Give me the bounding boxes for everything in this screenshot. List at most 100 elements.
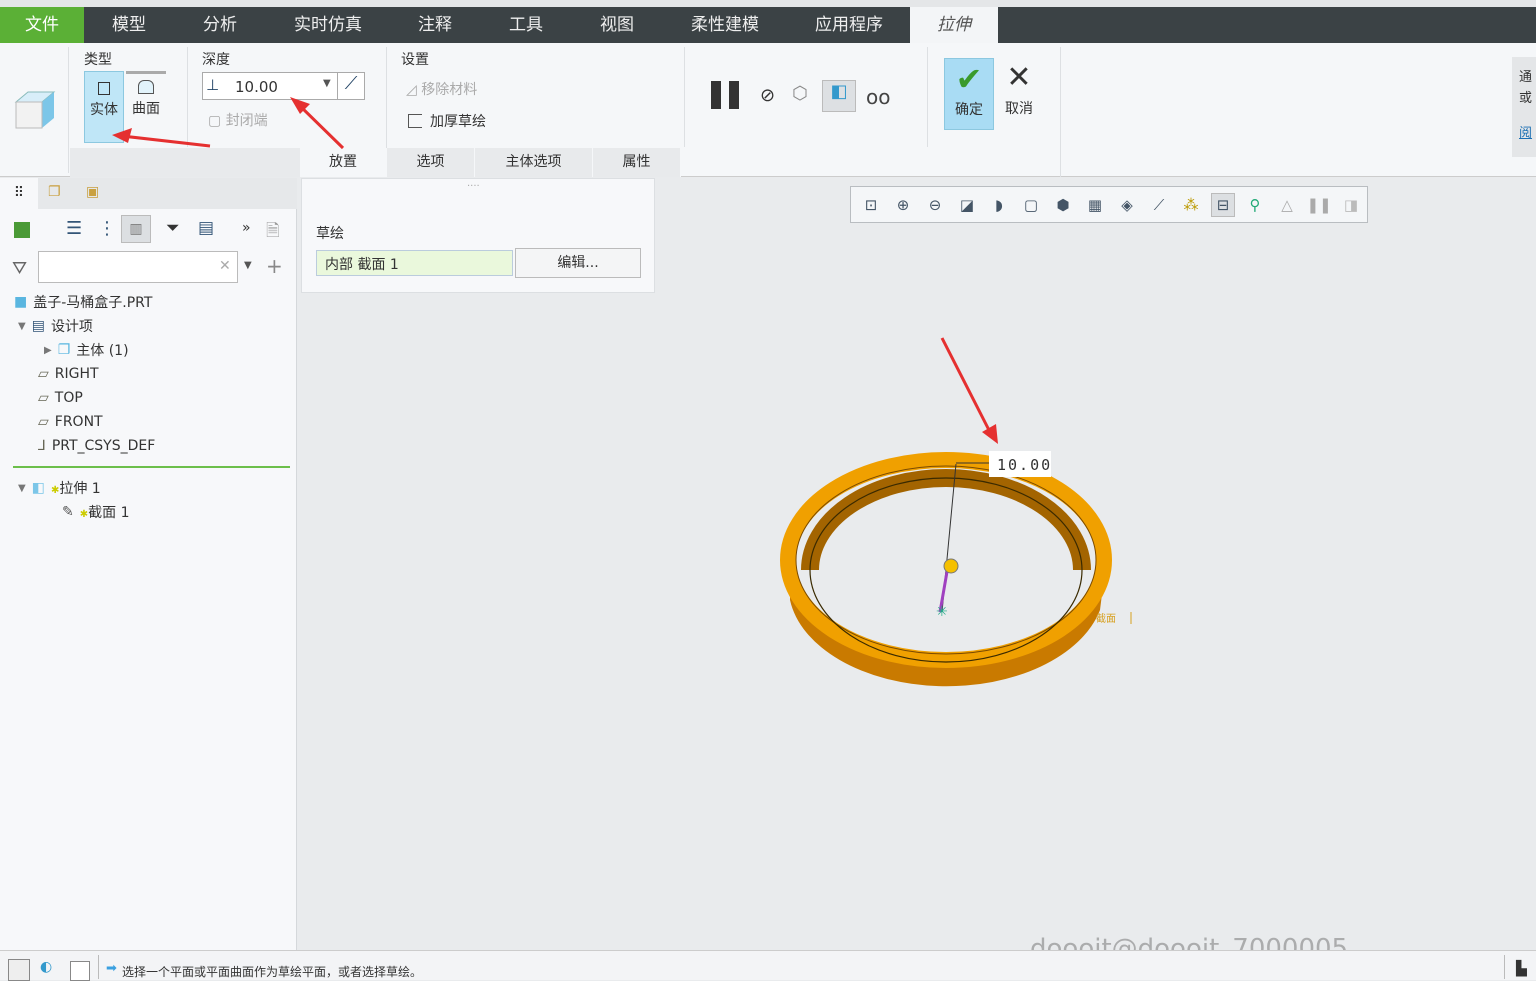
tree-expand-icon[interactable]: ☰ [66, 218, 82, 239]
toggle-navigator-icon[interactable] [8, 959, 30, 981]
browser-icon[interactable]: ◐ [40, 959, 52, 975]
extrude-icon: ◧ [31, 480, 45, 496]
tab-analysis[interactable]: 分析 [174, 7, 266, 43]
fullscreen-icon[interactable] [70, 961, 90, 981]
surface-icon [138, 80, 154, 94]
tab-options[interactable]: 选项 [387, 148, 475, 177]
zoom-in-icon[interactable]: ⊕ [891, 193, 915, 217]
cancel-button[interactable]: ✕ 取消 [998, 58, 1040, 130]
depth-dimension-text[interactable]: 10.00 [997, 456, 1052, 474]
tab-simulation[interactable]: 实时仿真 [266, 7, 390, 43]
repaint-icon[interactable]: ◪ [955, 193, 979, 217]
pause-animation-icon[interactable]: ❚❚ [1306, 193, 1331, 217]
thicken-icon [408, 114, 422, 128]
hidden-line-icon[interactable]: ◨ [1339, 193, 1363, 217]
edit-sketch-button[interactable]: 编辑... [515, 248, 641, 278]
tree-settings-button[interactable]: ▤ [198, 218, 214, 238]
tree-item-top[interactable]: ▱ TOP [38, 387, 83, 409]
connection-icon[interactable]: ⚲ [1243, 193, 1267, 217]
datum-plane-icon: ▱ [38, 366, 49, 382]
tab-extrude[interactable]: 拉伸 [910, 7, 998, 43]
tab-placement[interactable]: 放置 [300, 148, 387, 177]
tab-properties[interactable]: 属性 [593, 148, 681, 177]
tree-item-part[interactable]: ■ 盖子-马桶盒子.PRT [14, 291, 152, 313]
no-preview-button[interactable]: ⊘ [760, 85, 775, 106]
ring-top [780, 452, 1112, 668]
capped-ends-checkbox[interactable]: ▢ 封闭端 [208, 110, 268, 130]
tree-item-extrude[interactable]: ▼ ◧ ✱拉伸 1 [18, 477, 101, 499]
tab-model[interactable]: 模型 [84, 7, 174, 43]
type-group-title: 类型 [84, 52, 112, 68]
section-label: 截面 [1096, 612, 1116, 625]
confirm-button[interactable]: ✔ 确定 [944, 58, 994, 130]
display-style-icon[interactable]: ◗ [987, 193, 1011, 217]
tree-item-csys[interactable]: ⅃ PRT_CSYS_DEF [38, 435, 155, 457]
settings-group-title: 设置 [401, 52, 429, 68]
resize-handle[interactable]: ···· [467, 181, 480, 192]
search-dropdown-icon[interactable]: ▼ [244, 260, 252, 271]
body-display-icon[interactable] [14, 222, 30, 238]
datum-display-icon[interactable]: ⟋ [1147, 193, 1171, 217]
insert-indicator[interactable] [13, 466, 290, 468]
tree-columns-button[interactable]: ▥ [121, 215, 151, 243]
tree-item-front[interactable]: ▱ FRONT [38, 411, 103, 433]
tab-annotate[interactable]: 注释 [390, 7, 480, 43]
thicken-sketch-checkbox[interactable]: 加厚草绘 [408, 111, 486, 131]
flip-direction-button[interactable]: ⟋ [337, 72, 365, 100]
favorites-tab[interactable]: ▣ [86, 184, 99, 200]
model-viewport[interactable]: ✳ 10.00 截面 [760, 320, 1160, 740]
tree-item-design-items[interactable]: ▼ ▤ 设计项 [18, 315, 93, 337]
tab-applications[interactable]: 应用程序 [788, 7, 910, 43]
spin-center-icon[interactable]: ⊟ [1211, 192, 1235, 217]
clear-search-icon[interactable]: ✕ [219, 258, 231, 274]
tree-item-right[interactable]: ▱ RIGHT [38, 363, 99, 385]
sketch-label: 草绘 [316, 226, 344, 242]
layer-tree-tab[interactable]: ❐ [48, 184, 61, 200]
annotation-display-icon[interactable]: ⁂ [1179, 193, 1203, 217]
glasses-view-button[interactable]: ᴏᴏ [866, 85, 890, 109]
status-message: 选择一个平面或平面曲面作为草绘平面，或者选择草绘。 [122, 965, 423, 979]
depth-input[interactable]: ⊥ 10.00 ▼ [202, 72, 338, 100]
remove-material-button[interactable]: ◿ 移除材料 [406, 79, 477, 99]
tree-item-section[interactable]: ✎ ✱截面 1 [62, 501, 129, 523]
pause-button[interactable] [711, 81, 741, 109]
tree-item-bodies[interactable]: ▶ ❐ 主体 (1) [44, 339, 129, 361]
top-strip [0, 0, 1536, 7]
solid-button[interactable]: 实体 [84, 71, 124, 143]
preview-button[interactable]: ◧ [822, 80, 856, 112]
tree-collapse-icon[interactable]: ⋮ [98, 218, 116, 239]
tree-search-input[interactable] [38, 251, 238, 283]
show-button[interactable]: 🗎 [266, 218, 280, 247]
expand-icon: ▼ [18, 482, 26, 494]
model-tree-tab[interactable]: ⠿ [0, 178, 38, 209]
saved-views-icon[interactable]: ▢ [1019, 193, 1043, 217]
tab-flexible-modeling[interactable]: 柔性建模 [662, 7, 788, 43]
expand-icon: ▼ [18, 320, 26, 332]
tab-body-options[interactable]: 主体选项 [475, 148, 593, 177]
surface-button[interactable]: 曲面 [126, 71, 166, 143]
depth-drag-handle[interactable] [943, 558, 959, 574]
tab-strip-filler [70, 148, 300, 177]
section-view-icon[interactable]: ◈ [1115, 193, 1139, 217]
refit-icon[interactable]: ⊡ [859, 193, 883, 217]
more-button[interactable]: » [242, 220, 251, 236]
csys-icon: ⅃ [38, 438, 46, 454]
view-manager-icon[interactable]: ⬢ [1051, 193, 1075, 217]
chevron-down-icon[interactable]: ▼ [323, 78, 331, 89]
depth-group-title: 深度 [202, 52, 230, 68]
add-filter-icon[interactable]: + [266, 254, 283, 278]
placement-panel: ···· 草绘 内部 截面 1 编辑... [301, 178, 655, 293]
sketch-icon: ✎ [62, 504, 74, 520]
zoom-out-icon[interactable]: ⊖ [923, 193, 947, 217]
simulation-icon[interactable]: △ [1275, 193, 1299, 217]
model-tree-panel: ⠿ ❐ ▣ ☰ ⋮ ▥ ⏷ ▤ » 🗎 ⛛ ✕ ▼ + ■ 盖子-马桶盒子.PRT… [0, 178, 297, 950]
tab-tools[interactable]: 工具 [480, 7, 572, 43]
appearance-icon[interactable]: ▦ [1083, 193, 1107, 217]
verify-button[interactable]: ⬡ [792, 83, 808, 104]
selection-filter-icon[interactable]: ▙ [1516, 961, 1527, 977]
tree-filter-button[interactable]: ⏷ [166, 218, 180, 238]
read-more-link[interactable]: 阅 [1519, 123, 1536, 144]
tab-file[interactable]: 文件 [0, 7, 84, 43]
tab-view[interactable]: 视图 [572, 7, 662, 43]
sketch-collector[interactable]: 内部 截面 1 [316, 250, 513, 276]
